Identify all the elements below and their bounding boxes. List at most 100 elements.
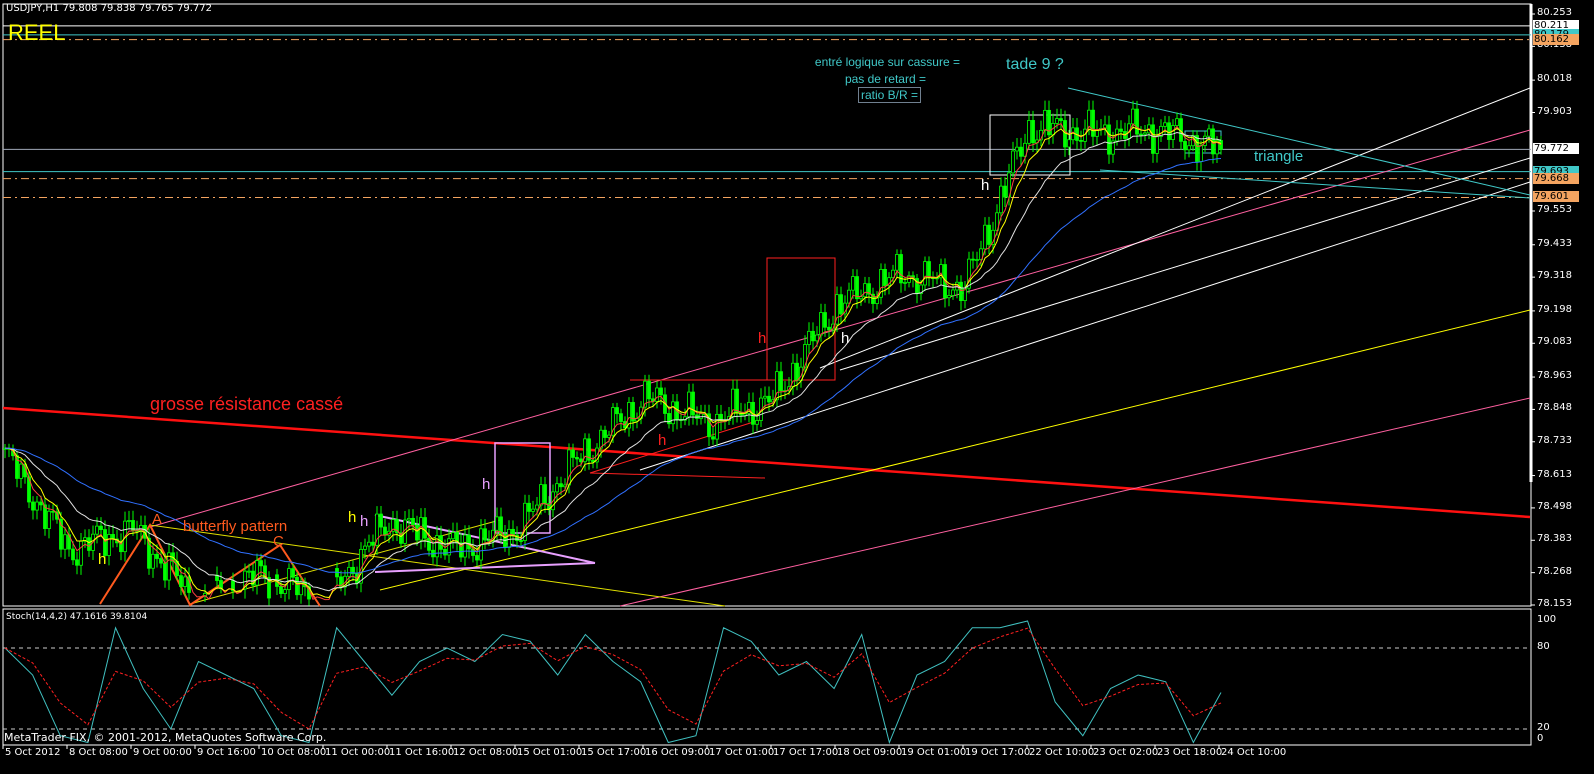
candle-body (619, 413, 623, 422)
time-tick-label: 23 Oct 18:00 (1157, 747, 1223, 758)
candle-body (767, 395, 771, 403)
red-line (589, 419, 761, 474)
price-tick-label: 78.498 (1537, 500, 1572, 512)
candle-body (923, 261, 927, 286)
candle-body (863, 283, 867, 298)
candle-body (19, 463, 23, 479)
candle-body (715, 413, 719, 440)
candle-body (1059, 118, 1063, 121)
candle-body (535, 504, 539, 510)
h-label: h (658, 432, 667, 449)
time-tick-label: 17 Oct 01:00 (709, 747, 775, 758)
candle-body (971, 258, 975, 261)
candle-body (95, 525, 99, 535)
price-chart[interactable] (0, 0, 1594, 774)
candle-body (423, 517, 427, 539)
candle-body (735, 388, 739, 414)
candle-body (1171, 125, 1175, 140)
candle-body (647, 380, 651, 400)
time-tick-label: 19 Oct 17:00 (965, 747, 1031, 758)
candle-body (483, 528, 487, 541)
candle-body (575, 457, 579, 460)
time-tick-label: 17 Oct 17:00 (773, 747, 839, 758)
candle-body (1015, 146, 1019, 152)
candle-body (527, 502, 531, 512)
copyright-text: MetaTrader FIX, © 2001-2012, MetaQuotes … (4, 731, 327, 744)
time-tick-label: 24 Oct 10:00 (1221, 747, 1287, 758)
price-tick-label: 80.018 (1537, 73, 1572, 85)
candle-body (655, 387, 659, 402)
price-tick-label: 79.318 (1537, 270, 1572, 282)
candle-body (1187, 145, 1191, 151)
candle-body (1011, 150, 1015, 174)
candle-body (519, 540, 523, 542)
candle-body (851, 276, 855, 291)
candle-body (287, 568, 291, 590)
candle-body (927, 261, 931, 278)
price-tick-label: 78.383 (1537, 533, 1572, 545)
candle-body (599, 429, 603, 449)
price-tick-label: 78.848 (1537, 402, 1572, 414)
h-label: h (98, 551, 107, 568)
candle-body (111, 534, 115, 540)
candle-body (883, 269, 887, 286)
point-c-label: C (273, 533, 284, 550)
candle-body (371, 541, 375, 546)
stochastic-main-line (4, 620, 1222, 745)
time-tick-label: 8 Oct 08:00 (69, 747, 128, 758)
price-tag: 80.162 (1533, 33, 1579, 45)
candle-body (255, 560, 259, 586)
price-tick-label: 78.733 (1537, 434, 1572, 446)
candle-body (363, 545, 367, 550)
candle-body (1167, 122, 1171, 140)
time-tick-label: 9 Oct 00:00 (133, 747, 192, 758)
candle-body (1163, 122, 1167, 127)
candle-body (951, 289, 955, 296)
candle-body (291, 568, 295, 578)
candle-body (1207, 128, 1211, 137)
candle-body (543, 484, 547, 505)
resistance-trendline (2, 406, 1531, 519)
candle-body (823, 312, 827, 328)
price-tick-label: 78.613 (1537, 468, 1572, 480)
candle-body (895, 254, 899, 271)
candle-body (31, 501, 35, 511)
candle-body (795, 362, 799, 381)
candle-body (1155, 135, 1159, 154)
candle-body (87, 537, 91, 551)
candle-body (763, 395, 767, 399)
candle-body (839, 294, 843, 315)
trade-note: tade 9 ? (1006, 56, 1064, 73)
symbol-header: USDJPY,H1 79.808 79.838 79.765 79.772 (6, 3, 212, 14)
candle-body (443, 548, 447, 556)
candle-body (35, 501, 39, 511)
candle-body (1143, 132, 1147, 135)
triangle-lower-line (1099, 169, 1531, 199)
candle-body (63, 534, 67, 550)
butterfly-annotation: butterfly pattern (183, 518, 288, 535)
candle-body (903, 281, 907, 284)
candle-body (407, 517, 411, 521)
time-tick-label: 10 Oct 08:00 (261, 747, 327, 758)
candle-body (411, 517, 415, 526)
candle-body (39, 501, 43, 506)
candle-body (1019, 146, 1023, 157)
time-tick-label: 15 Oct 17:00 (581, 747, 647, 758)
time-tick-label: 19 Oct 01:00 (901, 747, 967, 758)
candle-body (603, 429, 607, 438)
candle-body (691, 391, 695, 416)
candle-body (571, 449, 575, 458)
candle-body (531, 508, 535, 512)
price-tick-label: 79.198 (1537, 303, 1572, 315)
candle-body (151, 553, 155, 569)
account-label: REEL (8, 20, 66, 45)
candle-body (127, 520, 131, 522)
candle-body (659, 387, 663, 396)
price-tick-label: 79.553 (1537, 204, 1572, 215)
candle-body (975, 259, 979, 261)
triangle-label: triangle (1254, 148, 1304, 165)
ratio-note: ratio B/R = (858, 87, 922, 103)
price-tick-label: 78.268 (1537, 565, 1572, 577)
candle-body (1139, 133, 1143, 136)
candle-body (687, 391, 691, 418)
